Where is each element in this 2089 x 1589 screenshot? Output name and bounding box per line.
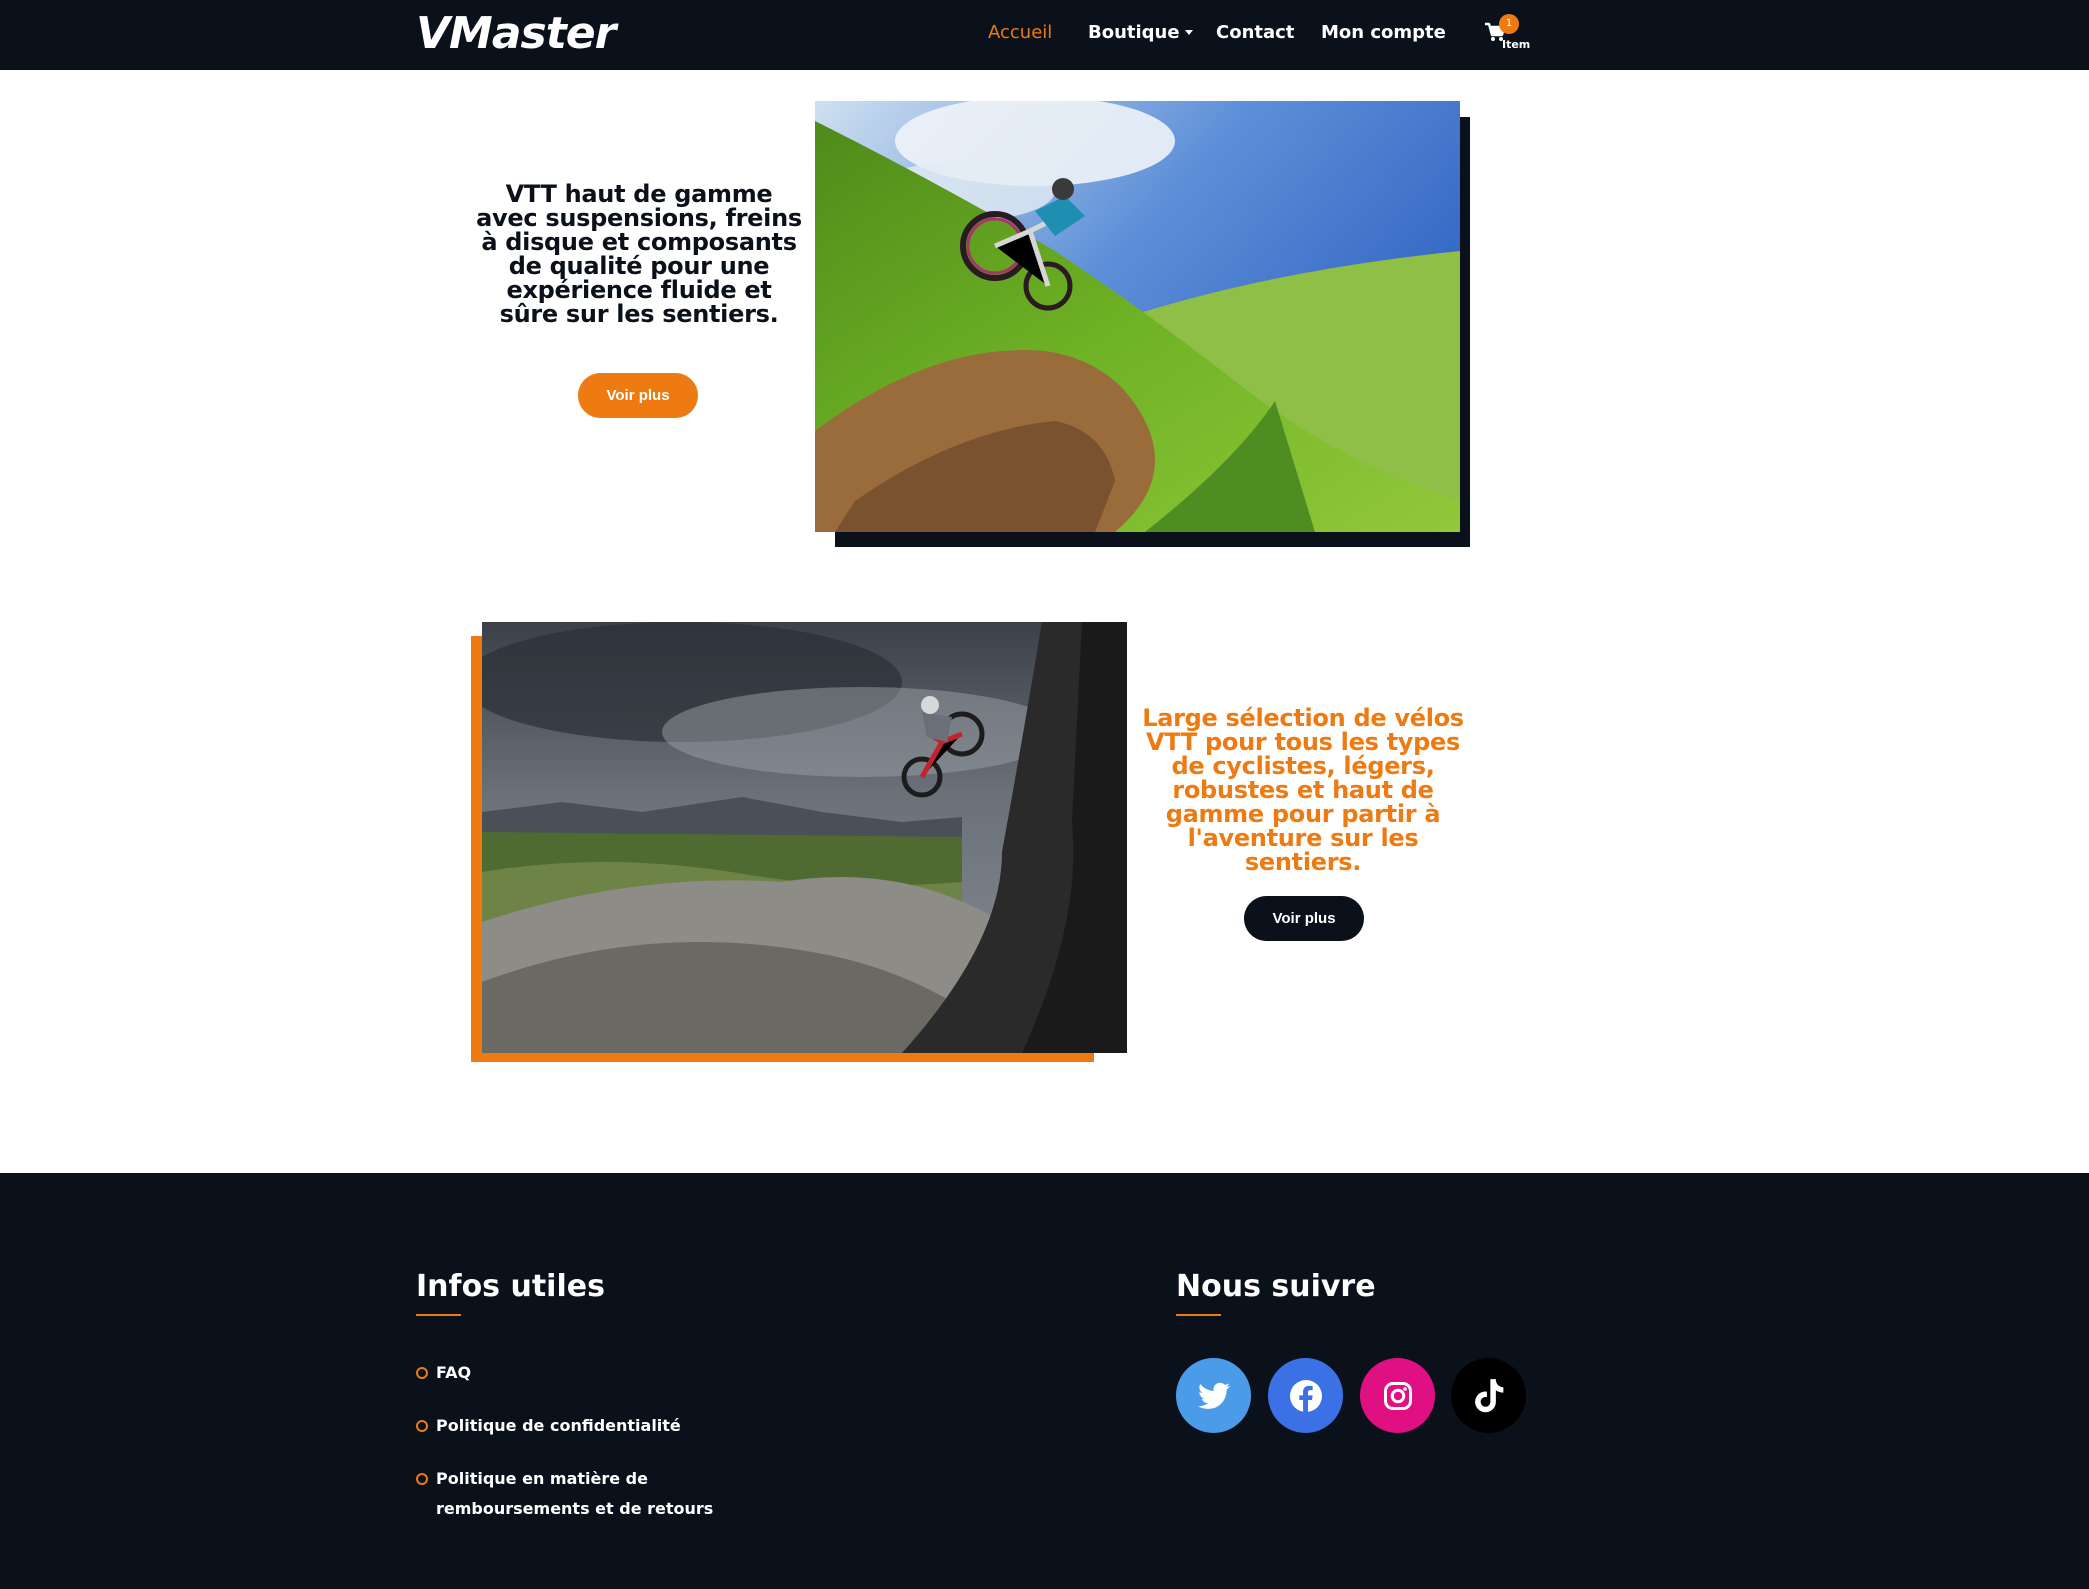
nav-accueil[interactable]: Accueil: [988, 22, 1052, 43]
chevron-down-icon: [1184, 30, 1193, 35]
footer: Infos utiles FAQ Politique de confidenti…: [0, 1173, 2089, 1589]
footer-link-privacy[interactable]: Politique de confidentialité: [416, 1411, 736, 1441]
feature-1-image: [815, 101, 1460, 532]
nav-boutique[interactable]: Boutique: [1088, 22, 1193, 43]
nav-mon-compte[interactable]: Mon compte: [1321, 22, 1446, 43]
footer-link-faq[interactable]: FAQ: [416, 1358, 736, 1388]
cart-button[interactable]: 1 Item: [1484, 14, 1531, 54]
tiktok-icon: [1474, 1378, 1503, 1412]
instagram-icon: [1383, 1381, 1412, 1410]
mountain-bike-grass-photo: [815, 101, 1460, 532]
nav-contact[interactable]: Contact: [1216, 22, 1294, 43]
footer-link-label: FAQ: [436, 1363, 472, 1382]
tiktok-button[interactable]: [1451, 1358, 1526, 1433]
facebook-button[interactable]: [1268, 1358, 1343, 1433]
circle-bullet-icon: [416, 1420, 428, 1432]
feature-2-text: Large sélection de vélos VTT pour tous l…: [1142, 704, 1464, 876]
footer-link-refunds[interactable]: Politique en matière de remboursements e…: [416, 1464, 736, 1524]
voir-plus-button-1[interactable]: Voir plus: [578, 373, 698, 418]
voir-plus-button-2[interactable]: Voir plus: [1244, 896, 1364, 941]
circle-bullet-icon: [416, 1473, 428, 1485]
twitter-icon: [1197, 1382, 1230, 1409]
cart-count-badge: 1: [1499, 14, 1519, 34]
navbar: VMaster Accueil Boutique Contact Mon com…: [0, 0, 2089, 70]
circle-bullet-icon: [416, 1367, 428, 1379]
facebook-icon: [1289, 1379, 1322, 1412]
feature-2-image: [482, 622, 1127, 1053]
feature-1-text: VTT haut de gamme avec suspensions, frei…: [476, 180, 802, 328]
footer-link-label: Politique de confidentialité: [436, 1416, 681, 1435]
infos-utiles-heading: Infos utiles: [416, 1269, 605, 1304]
footer-link-label: Politique en matière de remboursements e…: [436, 1469, 714, 1518]
heading-underline: [1176, 1314, 1221, 1316]
twitter-button[interactable]: [1176, 1358, 1251, 1433]
mountain-bike-storm-photo: [482, 622, 1127, 1053]
heading-underline: [416, 1314, 461, 1316]
nav-boutique-label: Boutique: [1088, 22, 1180, 43]
cart-label: Item: [1502, 38, 1531, 51]
nous-suivre-heading: Nous suivre: [1176, 1269, 1376, 1304]
instagram-button[interactable]: [1360, 1358, 1435, 1433]
brand-logo[interactable]: VMaster: [416, 8, 616, 59]
page: VMaster Accueil Boutique Contact Mon com…: [0, 0, 2089, 1589]
